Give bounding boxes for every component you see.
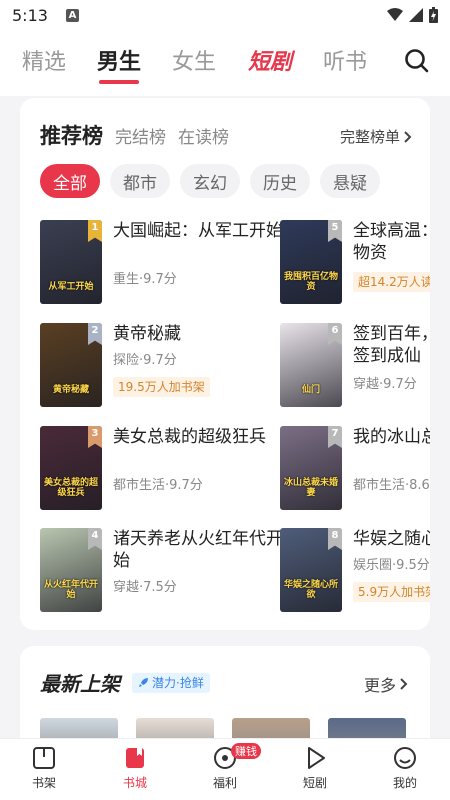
book-meta: 都市生活·8.6分 [353,478,430,493]
book-cover: 我囤积百亿物资 5 [280,220,342,304]
more-link[interactable]: 更多 [364,672,408,696]
potential-tag: 潜力·抢鲜 [132,672,210,693]
book-cover: 美女总裁的超级狂兵 3 [40,426,102,510]
nav-bookstore-label: 书城 [122,776,147,790]
top-navigation: 精选 男生 女生 短剧 听书 [0,30,450,96]
book-title: 签到百年，我在杂役殿签到成仙 [353,324,430,366]
book-cover: 华娱之随心所欲 8 [280,528,342,612]
recommend-ranking-card: 推荐榜 完结榜 在读榜 完整榜单 全部 都市 玄幻 历史 悬疑 从军工开始 1 … [20,98,430,630]
book-meta: 娱乐圈·9.5分 [353,558,430,573]
book-title: 美女总裁的超级狂兵 [113,427,266,447]
bottom-navigation: 书架 书城 福利 赚钱 短剧 我的 [0,738,450,800]
status-time: 5:13 [12,5,48,25]
cover-title: 仙门 [301,385,320,395]
book-item[interactable]: 华娱之随心所欲 8 华娱之随心所欲 娱乐圈·9.5分 5.9万人加书架 [280,528,430,614]
nav-profile-label: 我的 [392,776,417,790]
wifi-icon [387,8,403,21]
cover-title: 从军工开始 [48,282,94,292]
cover-title: 从火红年代开始 [43,580,98,600]
signal-icon [409,8,423,22]
play-icon [308,747,325,769]
book-cover: 从军工开始 1 [40,220,102,304]
tab-short-drama[interactable]: 短剧 [248,44,292,76]
more-label: 更多 [363,676,396,695]
chip-fantasy[interactable]: 玄幻 [180,164,240,198]
nav-short-drama[interactable]: 短剧 [285,745,345,791]
tab-featured[interactable]: 精选 [22,44,66,76]
book-item[interactable]: 冰山总裁未婚妻 7 我的冰山总裁老婆 都市生活·8.6分 [280,426,430,512]
book-item[interactable]: 我囤积百亿物资 5 全球高温：我囤积百亿物资 超14.2万人读过 [280,220,430,306]
book-meta: 重生·9.7分 [113,272,177,287]
book-meta: 穿越·9.7分 [353,377,417,392]
book-cover: 冰山总裁未婚妻 7 [280,426,342,510]
nav-bookshelf[interactable]: 书架 [14,745,74,791]
tab-female[interactable]: 女生 [172,44,216,76]
newest-shelf-header: 最新上架 潜力·抢鲜 [40,668,210,697]
chevron-right-icon [400,678,408,690]
tab-audiobook[interactable]: 听书 [323,44,367,76]
cover-title: 冰山总裁未婚妻 [283,478,338,498]
book-item[interactable]: 从军工开始 1 大国崛起：从军工开始 重生·9.7分 [40,220,290,306]
nav-bookshelf-label: 书架 [31,776,56,790]
cover-title: 华娱之随心所欲 [283,580,338,600]
chip-all[interactable]: 全部 [40,164,100,198]
earn-money-badge: 赚钱 [231,743,261,759]
nav-profile[interactable]: 我的 [375,745,435,791]
bookshelf-count-badge: 19.5万人加书架 [113,377,210,397]
tab-male[interactable]: 男生 [97,44,141,76]
nav-welfare-label: 福利 [212,776,237,790]
readers-count-badge: 超14.2万人读过 [353,272,430,292]
newest-shelf-title: 最新上架 [40,672,120,696]
book-item[interactable]: 仙门 6 签到百年，我在杂役殿签到成仙 穿越·9.7分 [280,323,430,409]
bookshelf-icon [33,747,55,769]
notification-icon: A [65,8,79,22]
book-cover: 仙门 6 [280,323,342,407]
category-chips: 全部 都市 玄幻 历史 悬疑 [40,164,380,198]
chevron-right-icon [404,130,412,143]
book-meta: 探险·9.7分 [113,353,177,368]
active-tab-indicator [99,80,139,84]
bookshelf-count-badge: 5.9万人加书架 [353,582,430,602]
battery-icon [429,7,438,23]
book-meta: 都市生活·9.7分 [113,478,203,493]
book-item[interactable]: 黄帝秘藏 2 黄帝秘藏 探险·9.7分 19.5万人加书架 [40,323,290,409]
book-title: 大国崛起：从军工开始 [113,221,283,241]
full-ranking-link[interactable]: 完整榜单 [340,126,412,147]
ranking-tab-finished[interactable]: 完结榜 [115,123,166,148]
ranking-header: 推荐榜 完结榜 在读榜 [40,120,229,150]
book-title: 黄帝秘藏 [113,324,181,344]
chip-history[interactable]: 历史 [250,164,310,198]
book-title: 诸天养老从火红年代开始 [113,529,283,571]
ranking-title-recommend[interactable]: 推荐榜 [40,120,103,150]
book-meta: 穿越·7.5分 [113,580,177,595]
book-cover: 黄帝秘藏 2 [40,323,102,407]
book-title: 华娱之随心所欲 [353,529,430,549]
potential-tag-label: 潜力·抢鲜 [152,676,204,690]
cover-title: 美女总裁的超级狂兵 [43,478,98,498]
book-item[interactable]: 从火红年代开始 4 诸天养老从火红年代开始 穿越·7.5分 [40,528,290,614]
rocket-icon [139,678,148,687]
bookstore-icon [126,748,144,768]
chip-mystery[interactable]: 悬疑 [320,164,380,198]
cover-title: 我囤积百亿物资 [283,272,338,292]
status-bar: 5:13 A [0,0,450,30]
nav-bookstore[interactable]: 书城 [105,745,165,791]
book-title: 全球高温：我囤积百亿物资 [353,221,430,263]
book-title: 我的冰山总裁老婆 [353,427,430,447]
full-ranking-label: 完整榜单 [339,128,400,146]
book-item[interactable]: 美女总裁的超级狂兵 3 美女总裁的超级狂兵 都市生活·9.7分 [40,426,290,512]
ranking-tab-reading[interactable]: 在读榜 [178,123,229,148]
search-icon[interactable] [404,48,430,74]
profile-icon [394,747,416,769]
nav-short-drama-label: 短剧 [302,776,327,790]
book-cover: 从火红年代开始 4 [40,528,102,612]
chip-urban[interactable]: 都市 [110,164,170,198]
cover-title: 黄帝秘藏 [52,385,89,395]
